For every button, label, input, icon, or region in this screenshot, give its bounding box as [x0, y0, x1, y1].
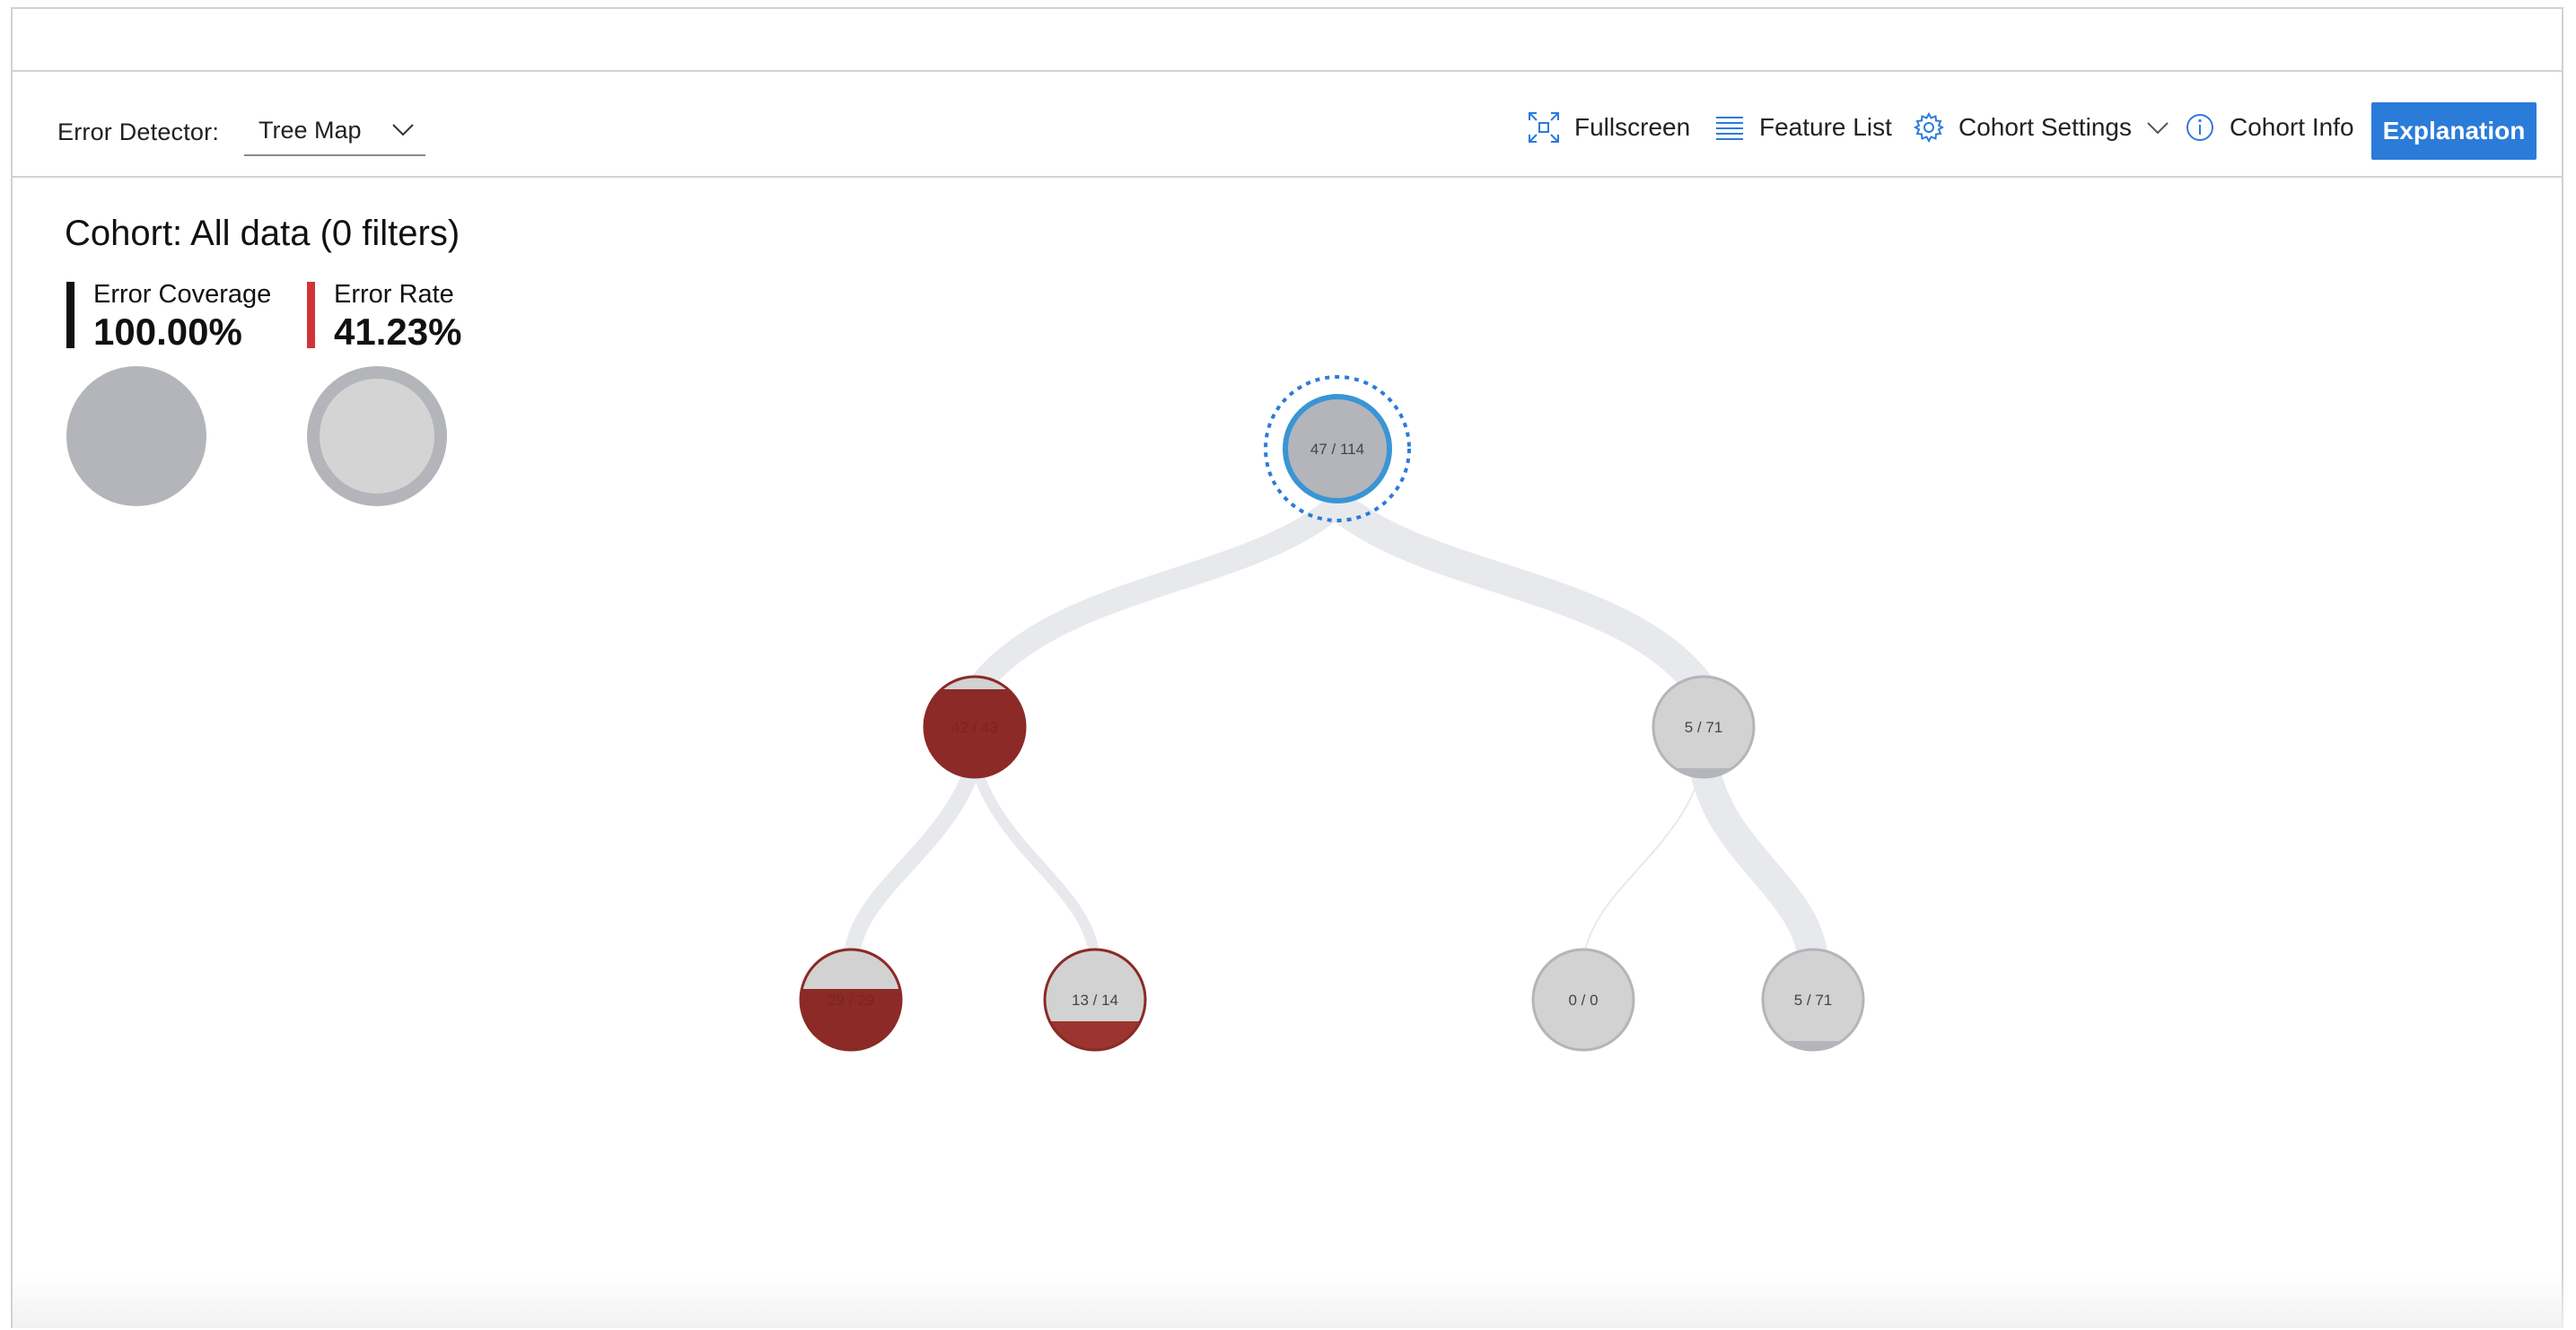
tree-link — [1582, 762, 1704, 961]
tree-link — [965, 495, 1345, 698]
tree-node-label: 47 / 114 — [1310, 441, 1364, 458]
error-analysis-panel: Error Detector: Tree Map Fullscreen Feat… — [11, 7, 2563, 1328]
tree-node-right-right[interactable]: 5 / 71 — [1754, 948, 1871, 1059]
tree-link — [1327, 492, 1716, 701]
tree-node-label: 29 / 29 — [828, 992, 874, 1009]
tree-node-label: 5 / 71 — [1685, 719, 1723, 736]
tree-node-right-left[interactable]: 0 / 0 — [1531, 948, 1635, 1052]
tree-link — [843, 760, 983, 962]
tree-node-label: 13 / 14 — [1072, 992, 1118, 1009]
tree-node-left-left[interactable]: 29 / 29 — [793, 948, 910, 1061]
tree-node-left[interactable]: 42 / 43 — [919, 675, 1030, 788]
tree-node-label: 0 / 0 — [1568, 992, 1598, 1009]
tree-node-right[interactable]: 5 / 71 — [1646, 675, 1763, 786]
tree-link — [969, 761, 1100, 961]
tree-node-label: 5 / 71 — [1794, 992, 1833, 1009]
tree-map: 47 / 114 42 / 43 5 / 71 29 / 29 13 / 14 … — [793, 375, 1871, 1061]
tree-node-left-right[interactable]: 13 / 14 — [1036, 948, 1152, 1061]
tree-node-label: 42 / 43 — [951, 719, 998, 736]
tree-link — [1688, 759, 1828, 963]
tree-node-root[interactable]: 47 / 114 — [1264, 375, 1411, 522]
bottom-fade — [13, 1274, 2563, 1328]
